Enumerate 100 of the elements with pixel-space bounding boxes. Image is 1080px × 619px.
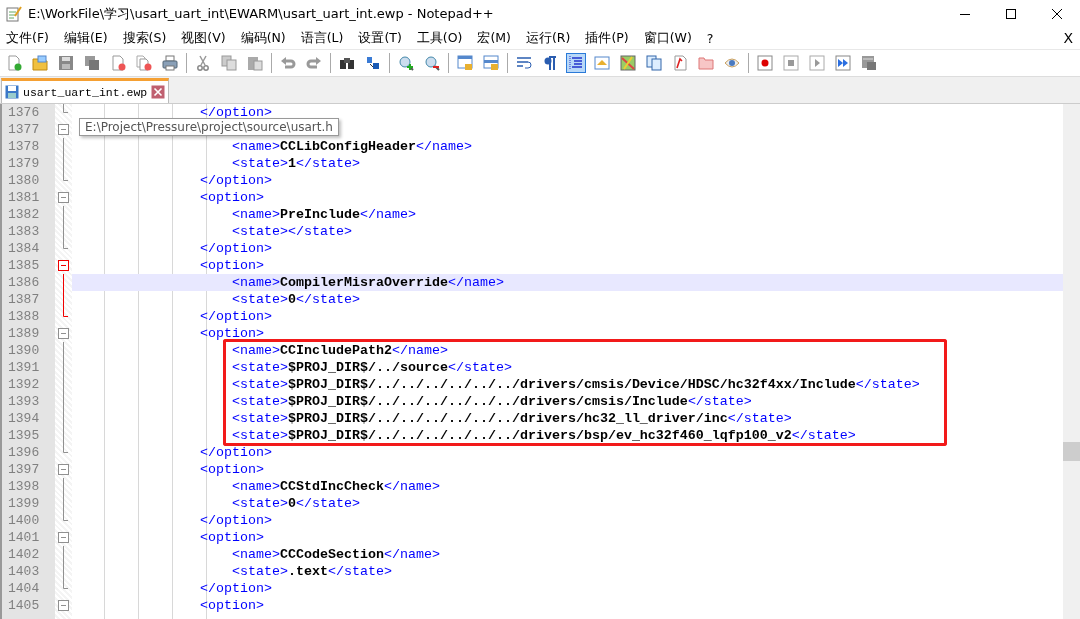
- save-icon[interactable]: [56, 53, 76, 73]
- menu-item[interactable]: 工具(O): [416, 29, 463, 47]
- code-line: <state>0</state>: [230, 291, 360, 308]
- line-number: 1398: [7, 478, 41, 495]
- line-number: 1399: [7, 495, 41, 512]
- line-number: 1394: [7, 410, 41, 427]
- menu-item[interactable]: 运行(R): [526, 29, 571, 47]
- line-number: 1397: [7, 461, 41, 478]
- line-number: 1404: [7, 580, 41, 597]
- fold-box-icon[interactable]: [58, 532, 69, 543]
- menu-item[interactable]: 编辑(E): [63, 29, 108, 47]
- document-list-icon[interactable]: [644, 53, 664, 73]
- code-line: <option>: [198, 189, 264, 206]
- code-line: <state>.text</state>: [230, 563, 392, 580]
- code-line: <name>CCCodeSection</name>: [230, 546, 440, 563]
- menu-item[interactable]: 宏(M): [477, 29, 511, 47]
- code-line: <option>: [198, 325, 264, 342]
- code-line: </option>: [198, 580, 272, 597]
- code-line: <option>: [198, 461, 264, 478]
- line-number: 1376: [7, 104, 41, 121]
- menu-item[interactable]: ?: [706, 30, 714, 46]
- line-number: 1389: [7, 325, 41, 342]
- menu-item[interactable]: 语言(L): [300, 29, 344, 47]
- line-number: 1401: [7, 529, 41, 546]
- code-line: <name>CCLibConfigHeader</name>: [230, 138, 472, 155]
- fast-forward-icon[interactable]: [833, 53, 853, 73]
- code-line: <name>CompilerMisraOverride</name>: [230, 274, 504, 291]
- window-title: E:\WorkFile\学习\usart_uart_int\EWARM\usart_uart_int.ewp - Notepad++: [28, 4, 495, 23]
- fold-box-icon[interactable]: [58, 464, 69, 475]
- stop-icon[interactable]: [781, 53, 801, 73]
- code-line: </option>: [198, 240, 272, 257]
- zoom-in-icon[interactable]: [396, 53, 416, 73]
- menu-item[interactable]: 窗口(W): [643, 29, 692, 47]
- code-line: <state>$PROJ_DIR$/../../../../../../drivers/hc32_ll_driver/inc</state>: [230, 410, 792, 427]
- line-number: 1403: [7, 563, 41, 580]
- indent-guide-icon[interactable]: [566, 53, 586, 73]
- code-line: <option>: [198, 257, 264, 274]
- line-number: 1377: [7, 121, 41, 138]
- fold-box-icon[interactable]: [58, 192, 69, 203]
- code-line: </option>: [198, 512, 272, 529]
- save-icon: [5, 85, 19, 99]
- code-line: </option>: [198, 308, 272, 325]
- tooltip: E:\Project\Pressure\project\source\usart.h: [79, 118, 339, 136]
- line-number: 1381: [7, 189, 41, 206]
- file-tab[interactable]: usart_uart_int.ewp: [1, 78, 170, 103]
- line-number: 1391: [7, 359, 41, 376]
- code-line: <state>1</state>: [230, 155, 360, 172]
- menu-item[interactable]: 文件(F): [6, 29, 49, 47]
- code-line: <name>CCStdIncCheck</name>: [230, 478, 440, 495]
- record-icon[interactable]: [755, 53, 775, 73]
- line-number: 1395: [7, 427, 41, 444]
- code-line: <option>: [198, 529, 264, 546]
- close-document-button[interactable]: X: [1063, 30, 1073, 46]
- line-number: 1379: [7, 155, 41, 172]
- code-line: </option>: [198, 444, 272, 461]
- fold-box-icon[interactable]: [58, 600, 69, 611]
- line-number: 1382: [7, 206, 41, 223]
- line-number: 1387: [7, 291, 41, 308]
- menu-item[interactable]: 插件(P): [585, 29, 629, 47]
- fold-box-icon[interactable]: [58, 260, 69, 271]
- document-map-icon[interactable]: [618, 53, 638, 73]
- line-number: 1396: [7, 444, 41, 461]
- fold-box-icon[interactable]: [58, 328, 69, 339]
- code-line: <state>$PROJ_DIR$/../../../../../../drivers/cmsis/Device/HDSC/hc32f4xx/Include</state>: [230, 376, 920, 393]
- code-line: </option>: [198, 172, 272, 189]
- close-all-icon[interactable]: [134, 53, 154, 73]
- menu-item[interactable]: 编码(N): [240, 29, 286, 47]
- code-line: <state>0</state>: [230, 495, 360, 512]
- menu-item[interactable]: 视图(V): [181, 29, 226, 47]
- notepad-icon: [6, 5, 22, 22]
- line-number: 1385: [7, 257, 41, 274]
- line-number: 1384: [7, 240, 41, 257]
- line-number: 1383: [7, 223, 41, 240]
- menu-item[interactable]: 设置(T): [358, 29, 402, 47]
- close-tab-icon[interactable]: [151, 85, 166, 99]
- line-number: 1380: [7, 172, 41, 189]
- save-all-icon[interactable]: [82, 53, 102, 73]
- line-number: 1393: [7, 393, 41, 410]
- code-line: <name>PreInclude</name>: [230, 206, 416, 223]
- line-number: 1402: [7, 546, 41, 563]
- code-line: <state>$PROJ_DIR$/../../../../../../drivers/cmsis/Include</state>: [230, 393, 752, 410]
- line-number: 1386: [7, 274, 41, 291]
- line-number: 1378: [7, 138, 41, 155]
- copy-icon[interactable]: [219, 53, 239, 73]
- play-icon[interactable]: [807, 53, 827, 73]
- line-number: 1392: [7, 376, 41, 393]
- code-line: </option>: [198, 104, 272, 121]
- code-line: <state>$PROJ_DIR$/../source</state>: [230, 359, 512, 376]
- printer-icon[interactable]: [160, 53, 180, 73]
- code-line: <state></state>: [230, 223, 352, 240]
- menu-item[interactable]: 搜索(S): [122, 29, 167, 47]
- fold-box-icon[interactable]: [58, 124, 69, 135]
- line-number: 1400: [7, 512, 41, 529]
- code-line: <option>: [198, 597, 264, 614]
- line-number: 1388: [7, 308, 41, 325]
- code-line: <name>CCIncludePath2</name>: [230, 342, 448, 359]
- line-number: 1405: [7, 597, 41, 614]
- scrollbar-thumb[interactable]: [1063, 442, 1080, 461]
- open-folder-icon[interactable]: [30, 53, 50, 73]
- zoom-out-icon[interactable]: [422, 53, 442, 73]
